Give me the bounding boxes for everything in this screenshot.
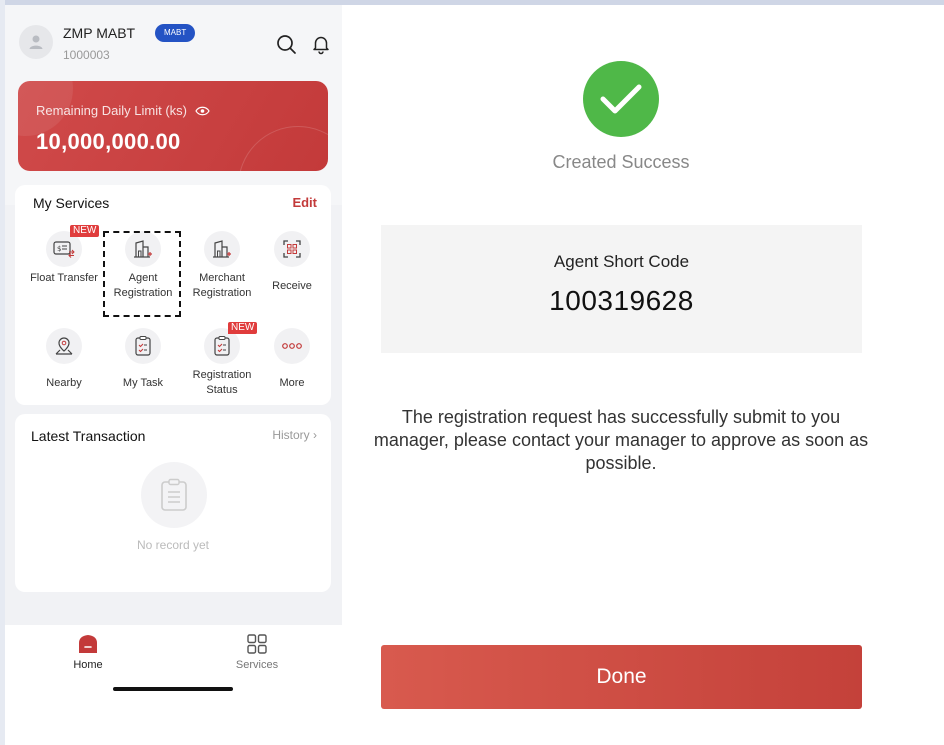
decorative-ring	[238, 126, 328, 171]
service-label: Merchant Registration	[192, 272, 252, 299]
history-label: History	[272, 428, 310, 442]
phone-app-screen: ZMP MABT MABT 1000003 Remaining Daily Li…	[5, 5, 342, 699]
services-edit-button[interactable]: Edit	[292, 195, 317, 210]
service-merchant-registration[interactable]: Merchant Registration	[183, 231, 261, 301]
services-title: My Services	[33, 195, 110, 211]
qr-receive-icon	[274, 231, 310, 267]
empty-clipboard-icon	[141, 462, 207, 528]
more-dots-icon	[274, 328, 310, 364]
done-button[interactable]: Done	[381, 645, 862, 709]
task-list-icon	[125, 328, 161, 364]
service-label: Registration Status	[192, 369, 252, 396]
success-message: The registration request has successfull…	[373, 407, 869, 473]
tab-services-label: Services	[235, 659, 279, 671]
service-label: Receive	[272, 280, 312, 292]
service-float-transfer[interactable]: $ NEW Float Transfer	[25, 225, 103, 286]
service-label: My Task	[122, 377, 164, 389]
limit-value: 10,000,000.00	[36, 129, 181, 154]
app-header: ZMP MABT MABT 1000003 Remaining Daily Li…	[5, 5, 342, 205]
success-status-text: Created Success	[552, 152, 690, 172]
notification-button[interactable]	[310, 33, 332, 55]
user-name: ZMP MABT	[63, 25, 136, 41]
home-icon	[77, 633, 99, 655]
service-registration-status[interactable]: NEW Registration Status	[183, 322, 261, 398]
avatar[interactable]	[19, 25, 53, 59]
new-badge: NEW	[70, 225, 100, 237]
service-nearby[interactable]: Nearby	[25, 328, 103, 391]
tab-home-label: Home	[73, 659, 103, 671]
selection-highlight	[103, 231, 181, 317]
user-id: 1000003	[63, 48, 110, 62]
float-transfer-icon: $ NEW	[46, 225, 100, 267]
service-label: Nearby	[46, 377, 82, 389]
user-icon	[29, 35, 43, 49]
success-check-icon	[583, 61, 659, 137]
search-icon	[277, 35, 296, 54]
service-label: More	[279, 377, 305, 389]
limit-label: Remaining Daily Limit (ks)	[36, 103, 187, 118]
svg-text:$: $	[57, 245, 61, 253]
daily-limit-card: Remaining Daily Limit (ks) 10,000,000.00	[18, 81, 328, 171]
latest-title: Latest Transaction	[31, 428, 146, 444]
eye-icon[interactable]	[195, 106, 210, 116]
map-pin-icon	[46, 328, 82, 364]
agent-code-label: Agent Short Code	[553, 252, 690, 271]
history-link[interactable]: History ›	[272, 428, 317, 442]
latest-transaction-card: Latest Transaction History › No record y…	[15, 414, 331, 592]
agent-code-box: Agent Short Code 100319628	[381, 225, 862, 353]
grid-icon	[246, 633, 268, 655]
tab-home[interactable]: Home	[38, 633, 138, 671]
service-label: Float Transfer	[30, 272, 98, 284]
my-services-card: My Services Edit $ NEW Float Transfer Ag…	[15, 185, 331, 405]
registration-status-icon: NEW	[204, 322, 258, 364]
search-button[interactable]	[275, 33, 297, 55]
empty-state-text: No record yet	[136, 538, 210, 552]
service-my-task[interactable]: My Task	[104, 328, 182, 391]
home-indicator	[113, 687, 233, 691]
role-badge: MABT	[155, 24, 196, 42]
tab-services[interactable]: Services	[207, 633, 307, 671]
agent-code-value: 100319628	[549, 285, 694, 316]
service-receive[interactable]: Receive	[253, 231, 331, 294]
limit-label-row: Remaining Daily Limit (ks)	[36, 103, 210, 118]
merchant-registration-icon	[204, 231, 240, 267]
bell-icon	[313, 36, 329, 55]
chevron-right-icon: ›	[313, 428, 317, 442]
success-panel: Created Success Agent Short Code 1003196…	[342, 5, 944, 745]
service-more[interactable]: More	[253, 328, 331, 391]
